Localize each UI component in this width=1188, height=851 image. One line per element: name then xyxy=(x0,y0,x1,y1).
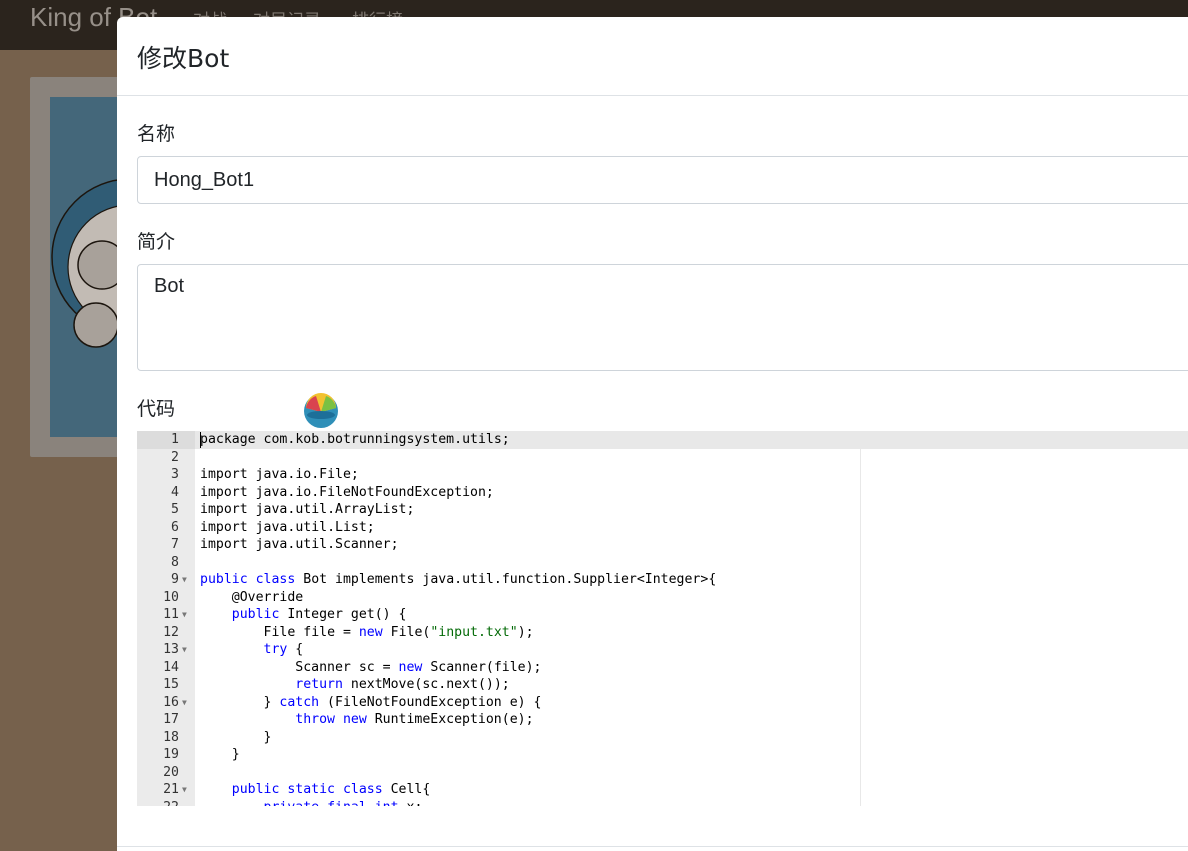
code-line[interactable]: 5 import java.util.ArrayList; xyxy=(137,501,1188,519)
code-text: public class Bot implements java.util.fu… xyxy=(200,572,717,587)
fold-toggle-icon[interactable]: ▼ xyxy=(182,781,187,799)
code-text: private final int x; xyxy=(200,799,423,807)
code-line[interactable]: 18 } xyxy=(137,729,1188,747)
line-number: 7 xyxy=(171,537,179,552)
line-number: 9 xyxy=(171,572,179,587)
code-line[interactable]: 8 xyxy=(137,554,1188,572)
code-line[interactable]: 9 ▼ public class Bot implements java.util.… xyxy=(137,571,1188,589)
line-number: 8 xyxy=(171,554,179,570)
code-text: import java.util.List; xyxy=(200,519,375,535)
line-number: 1 xyxy=(171,432,179,447)
line-number: 4 xyxy=(171,484,179,500)
line-number: 2 xyxy=(171,449,179,465)
modal-header: 修改Bot xyxy=(117,17,1188,96)
code-line[interactable]: 19 } xyxy=(137,746,1188,764)
code-text: import java.util.ArrayList; xyxy=(200,502,415,517)
code-line[interactable]: 10 @Override xyxy=(137,589,1188,607)
code-text: try { xyxy=(263,642,304,657)
line-number: 13 xyxy=(163,642,179,657)
fold-toggle-icon[interactable]: ▼ xyxy=(182,571,187,589)
line-number: 3 xyxy=(171,467,179,482)
code-line[interactable]: 22 private final int x; xyxy=(137,799,1188,807)
code-text: } catch (FileNotFoundException e) { xyxy=(200,694,542,710)
modal-title: 修改Bot xyxy=(137,44,230,73)
code-text: import java.io.File; xyxy=(200,467,359,482)
line-number: 21 xyxy=(163,782,179,797)
code-text: Scanner sc = new Scanner(file); xyxy=(295,659,542,675)
line-number: 11 xyxy=(163,607,179,622)
code-line[interactable]: 6 import java.util.List; xyxy=(137,519,1188,537)
code-text: package com.kob.botrunningsystem.utils; xyxy=(200,432,510,447)
code-line[interactable]: 14 Scanner sc = new Scanner(file); xyxy=(137,659,1188,677)
text-cursor xyxy=(200,432,201,448)
extension-logo-icon[interactable] xyxy=(302,391,340,429)
code-editor[interactable]: 1 package com.kob.botrunningsystem.utils;… xyxy=(137,431,1188,806)
code-line[interactable]: 12 File file = new File("input.txt"); xyxy=(137,624,1188,642)
description-label: 简介 xyxy=(137,231,176,253)
code-line[interactable]: 11 ▼ public Integer get() { xyxy=(137,606,1188,624)
code-text: } xyxy=(200,729,272,745)
code-line[interactable]: 3 import java.io.File; xyxy=(137,466,1188,484)
code-line[interactable]: 16 ▼ } catch (FileNotFoundException e) { xyxy=(137,694,1188,712)
fold-toggle-icon[interactable]: ▼ xyxy=(182,694,187,712)
code-text: } xyxy=(200,747,240,762)
fold-toggle-icon[interactable]: ▼ xyxy=(182,606,187,624)
code-line[interactable]: 15 return nextMove(sc.next()); xyxy=(137,676,1188,694)
line-number: 22 xyxy=(137,799,179,807)
code-text: @Override xyxy=(200,589,304,605)
code-line[interactable]: 21 ▼ public static class Cell{ xyxy=(137,781,1188,799)
line-number: 15 xyxy=(163,677,179,692)
code-text: public Integer get() { xyxy=(231,607,407,622)
code-text: public static class Cell{ xyxy=(231,782,431,797)
line-number: 16 xyxy=(163,694,179,710)
code-text: return nextMove(sc.next()); xyxy=(295,677,510,692)
bot-name-input[interactable] xyxy=(137,156,1188,204)
line-number: 5 xyxy=(171,502,179,517)
line-number: 14 xyxy=(163,659,179,675)
code-label: 代码 xyxy=(137,398,176,420)
code-text: import java.util.Scanner; xyxy=(200,537,399,552)
bot-description-textarea[interactable]: Bot xyxy=(137,264,1188,371)
code-line[interactable]: 20 xyxy=(137,764,1188,782)
name-label: 名称 xyxy=(137,123,176,145)
code-text: import java.io.FileNotFoundException; xyxy=(200,484,494,500)
modal-footer-divider xyxy=(117,846,1188,847)
line-number: 20 xyxy=(163,764,179,780)
fold-toggle-icon[interactable]: ▼ xyxy=(182,641,187,659)
line-number: 6 xyxy=(171,519,179,535)
code-line[interactable]: 2 xyxy=(137,449,1188,467)
line-number: 12 xyxy=(163,624,179,640)
code-line[interactable]: 4 import java.io.FileNotFoundException; xyxy=(137,484,1188,502)
line-number: 18 xyxy=(163,729,179,745)
code-line[interactable]: 17 throw new RuntimeException(e); xyxy=(137,711,1188,729)
edit-bot-modal: 修改Bot 名称 简介 Bot 代码 1 package com.kob.botr… xyxy=(117,17,1188,851)
code-line[interactable]: 13 ▼ try { xyxy=(137,641,1188,659)
line-number: 17 xyxy=(163,712,179,727)
line-number: 10 xyxy=(163,589,179,605)
code-line[interactable]: 7 import java.util.Scanner; xyxy=(137,536,1188,554)
code-text: File file = new File("input.txt"); xyxy=(263,624,534,640)
code-text: throw new RuntimeException(e); xyxy=(295,712,534,727)
line-number: 19 xyxy=(163,747,179,762)
code-line[interactable]: 1 package com.kob.botrunningsystem.utils; xyxy=(137,431,1188,449)
